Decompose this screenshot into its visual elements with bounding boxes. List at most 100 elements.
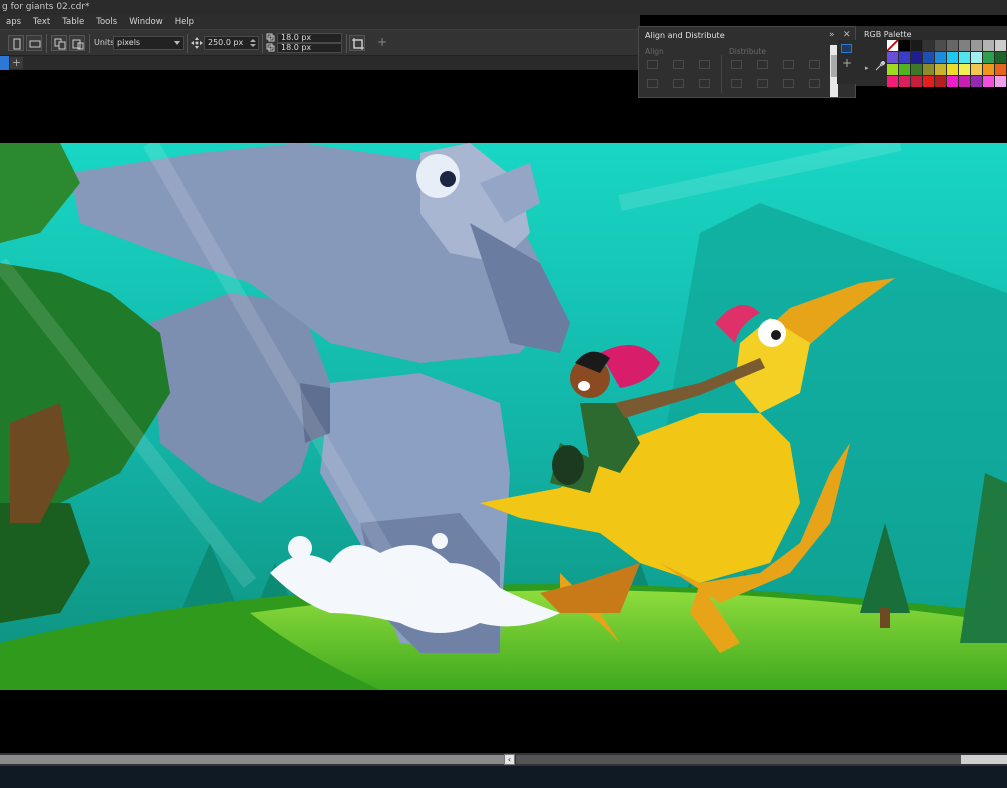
duplicate-x-field[interactable]: 18.0 px	[277, 33, 342, 43]
color-swatch[interactable]	[971, 64, 982, 75]
eyedropper-icon[interactable]	[875, 61, 885, 71]
color-swatch[interactable]	[911, 64, 922, 75]
color-swatch[interactable]	[935, 76, 946, 87]
color-swatch[interactable]	[899, 52, 910, 63]
horizontal-scrollbar[interactable]: ‹	[0, 753, 1007, 766]
align-bottom-icon[interactable]	[699, 79, 710, 88]
docker-tab-strip: +	[837, 40, 856, 84]
toolbar-separator	[262, 34, 263, 53]
canvas-artwork[interactable]	[0, 143, 1007, 690]
rgb-palette: RGB Palette ▸	[856, 26, 1007, 87]
color-swatch[interactable]	[899, 40, 910, 51]
color-swatch[interactable]	[983, 64, 994, 75]
color-swatch[interactable]	[923, 64, 934, 75]
toolbar-separator	[346, 34, 347, 53]
align-center-icon[interactable]	[673, 60, 684, 69]
color-swatch[interactable]	[947, 40, 958, 51]
landscape-icon	[29, 40, 41, 48]
color-swatch[interactable]	[959, 64, 970, 75]
color-swatch[interactable]	[959, 52, 970, 63]
color-swatch[interactable]	[887, 52, 898, 63]
color-swatch[interactable]	[923, 76, 934, 87]
color-swatch[interactable]	[971, 40, 982, 51]
distribute-right-icon[interactable]	[809, 60, 820, 69]
palette-swatches	[887, 40, 1007, 87]
align-top-icon[interactable]	[647, 79, 658, 88]
treat-as-filled-button[interactable]	[349, 35, 365, 51]
distribute-section-label: Distribute	[729, 47, 766, 56]
distribute-vspacing-icon[interactable]	[783, 79, 794, 88]
palette-expand-icon[interactable]: ▸	[865, 64, 869, 72]
scroll-left-button[interactable]: ‹	[504, 754, 515, 765]
color-swatch[interactable]	[887, 64, 898, 75]
portrait-page-button[interactable]	[8, 35, 24, 51]
color-swatch[interactable]	[923, 52, 934, 63]
section-divider	[721, 55, 722, 93]
color-swatch[interactable]	[911, 40, 922, 51]
no-color-swatch[interactable]	[887, 40, 898, 51]
align-right-icon[interactable]	[699, 60, 710, 69]
all-pages-button[interactable]	[51, 35, 67, 51]
color-swatch[interactable]	[911, 76, 922, 87]
color-swatch[interactable]	[995, 40, 1006, 51]
current-page-button[interactable]	[69, 35, 85, 51]
distribute-middle-icon[interactable]	[757, 79, 768, 88]
menu-bar: aps Text Table Tools Window Help	[0, 15, 640, 29]
color-swatch[interactable]	[911, 52, 922, 63]
color-swatch[interactable]	[959, 76, 970, 87]
add-control-plus-icon[interactable]: +	[377, 35, 387, 49]
double-chevron-right-icon[interactable]: »	[829, 30, 835, 40]
menu-item-window[interactable]: Window	[123, 15, 169, 29]
color-swatch[interactable]	[971, 76, 982, 87]
landscape-page-button[interactable]	[26, 35, 42, 51]
color-swatch[interactable]	[995, 52, 1006, 63]
distribute-left-icon[interactable]	[731, 60, 742, 69]
object-properties-tab-icon[interactable]	[841, 44, 852, 53]
color-swatch[interactable]	[923, 40, 934, 51]
scrollbar-track-left[interactable]	[0, 755, 504, 764]
active-document-tab[interactable]	[0, 56, 9, 70]
add-document-tab-button[interactable]: +	[10, 57, 23, 69]
window-title: g for giants 02.cdr*	[0, 0, 1007, 15]
duplicate-y-field[interactable]: 18.0 px	[277, 43, 342, 53]
menu-item-tools[interactable]: Tools	[90, 15, 123, 29]
menu-item-text[interactable]: Text	[27, 15, 56, 29]
color-swatch[interactable]	[899, 64, 910, 75]
menu-item-objects[interactable]: aps	[0, 15, 27, 29]
color-swatch[interactable]	[959, 40, 970, 51]
units-select[interactable]: pixels	[113, 36, 184, 50]
color-swatch[interactable]	[971, 52, 982, 63]
add-docker-plus-icon[interactable]: +	[842, 56, 852, 70]
portrait-icon	[13, 38, 21, 50]
distribute-bottom-icon[interactable]	[809, 79, 820, 88]
color-swatch[interactable]	[887, 76, 898, 87]
distribute-top-icon[interactable]	[731, 79, 742, 88]
color-swatch[interactable]	[995, 64, 1006, 75]
color-swatch[interactable]	[995, 76, 1006, 87]
color-swatch[interactable]	[947, 64, 958, 75]
close-icon[interactable]: ✕	[843, 30, 851, 40]
scrollbar-track-right[interactable]	[516, 755, 961, 764]
color-swatch[interactable]	[983, 40, 994, 51]
color-swatch[interactable]	[935, 64, 946, 75]
color-swatch[interactable]	[983, 76, 994, 87]
align-distribute-docker: Align and Distribute » ✕ Align Distribut…	[638, 26, 856, 98]
docker-title: Align and Distribute	[645, 31, 725, 40]
color-swatch[interactable]	[983, 52, 994, 63]
color-swatch[interactable]	[899, 76, 910, 87]
spin-down-icon[interactable]	[250, 44, 256, 47]
align-middle-icon[interactable]	[673, 79, 684, 88]
nudge-distance-field[interactable]: 250.0 px	[204, 36, 259, 50]
distribute-center-icon[interactable]	[757, 60, 768, 69]
distribute-spacing-icon[interactable]	[783, 60, 794, 69]
color-swatch[interactable]	[935, 40, 946, 51]
color-swatch[interactable]	[935, 52, 946, 63]
menu-item-help[interactable]: Help	[169, 15, 200, 29]
spin-up-icon[interactable]	[250, 39, 256, 42]
menu-item-table[interactable]: Table	[56, 15, 90, 29]
align-left-icon[interactable]	[647, 60, 658, 69]
duplicate-x-value: 18.0 px	[281, 33, 312, 42]
color-swatch[interactable]	[947, 76, 958, 87]
color-swatch[interactable]	[947, 52, 958, 63]
scrollbar-thumb[interactable]	[961, 755, 1007, 764]
